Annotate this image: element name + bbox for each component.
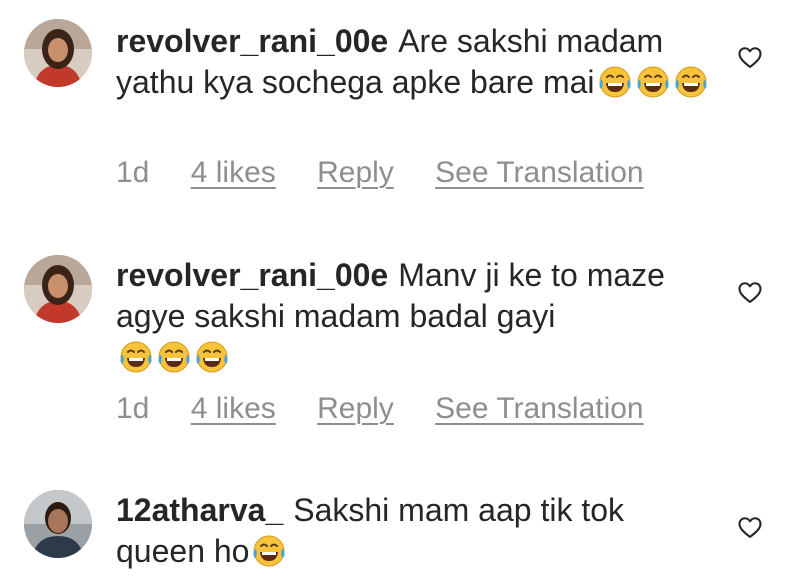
laughing-emoji-icon — [156, 339, 192, 375]
heart-outline-icon[interactable] — [736, 43, 764, 71]
comment-username[interactable]: 12atharva_ — [116, 492, 283, 528]
laughing-emoji-icon — [673, 64, 709, 100]
heart-outline-icon[interactable] — [736, 513, 764, 541]
laughing-emoji-icon — [194, 339, 230, 375]
see-translation-link[interactable]: See Translation — [435, 392, 643, 425]
see-translation-link[interactable]: See Translation — [435, 156, 643, 189]
likes-count-link[interactable]: 4 likes — [191, 156, 276, 189]
comment-meta: 1d 4 likes Reply See Translation — [116, 392, 677, 426]
heart-outline-icon[interactable] — [736, 278, 764, 306]
comment-text: revolver_rani_00e Manv ji ke to maze agye… — [116, 255, 716, 378]
reply-button[interactable]: Reply — [317, 392, 394, 425]
comment-username[interactable]: revolver_rani_00e — [116, 23, 388, 59]
laughing-emoji-icon — [635, 64, 671, 100]
comment-time: 1d — [116, 392, 150, 425]
laughing-emoji-icon — [251, 533, 287, 569]
comment-username[interactable]: revolver_rani_00e — [116, 257, 388, 293]
comment-text: 12atharva_ Sakshi mam aap tik tok queen h… — [116, 490, 716, 572]
likes-count-link[interactable]: 4 likes — [191, 392, 276, 425]
reply-button[interactable]: Reply — [317, 156, 394, 189]
comment-meta: 1d 4 likes Reply See Translation — [116, 156, 677, 190]
avatar[interactable] — [24, 255, 92, 323]
comment-time: 1d — [116, 156, 150, 189]
avatar[interactable] — [24, 490, 92, 558]
avatar[interactable] — [24, 19, 92, 87]
laughing-emoji-icon — [118, 339, 154, 375]
laughing-emoji-icon — [597, 64, 633, 100]
comment-text: revolver_rani_00e Are sakshi madam yathu … — [116, 21, 716, 103]
